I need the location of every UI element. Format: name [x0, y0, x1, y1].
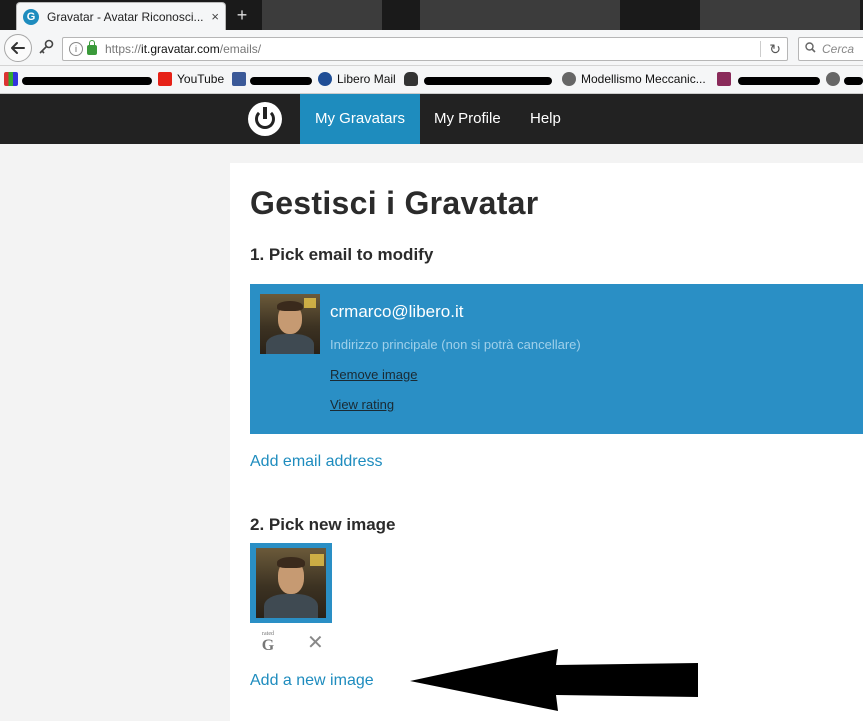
globe-icon [562, 72, 576, 86]
bookmark-item-apps[interactable] [4, 72, 23, 86]
bookmark-item-modellismo[interactable]: Modellismo Meccanic... [562, 72, 706, 86]
bookmark-item-car[interactable] [404, 72, 423, 86]
bookmark-item-libero-mail[interactable]: Libero Mail [318, 72, 396, 86]
rating-g-icon[interactable]: rated G [260, 631, 276, 655]
redacted-bookmark [424, 77, 552, 85]
email-card[interactable]: crmarco@libero.it Indirizzo principale (… [250, 284, 863, 434]
email-address: crmarco@libero.it [330, 302, 464, 321]
gravatar-favicon-icon: G [23, 8, 39, 25]
url-host: it.gravatar.com [141, 42, 220, 56]
lock-icon [87, 40, 97, 55]
reload-icon[interactable]: ↻ [769, 41, 781, 58]
content-panel: Gestisci i Gravatar 1. Pick email to mod… [230, 163, 863, 721]
url-scheme: https:// [105, 42, 142, 56]
bookmark-item-youtube[interactable]: YouTube [158, 72, 224, 86]
search-icon [805, 42, 816, 56]
back-button[interactable] [4, 34, 32, 62]
bookmark-item-other[interactable] [717, 72, 736, 86]
bookmark-label: Libero Mail [337, 72, 396, 86]
tab-title: Gravatar - Avatar Riconosci... [47, 9, 204, 24]
bookmark-favicon-icon [717, 72, 731, 86]
bookmark-label: YouTube [177, 72, 225, 86]
new-tab-button[interactable]: + [232, 4, 252, 26]
site-header: My Gravatars My Profile Help [0, 94, 863, 144]
nav-my-gravatars[interactable]: My Gravatars [300, 94, 421, 144]
redacted-bookmark [22, 77, 152, 85]
car-icon [404, 72, 418, 86]
blurred-tab [420, 0, 620, 30]
redacted-bookmark [250, 77, 312, 85]
remove-image-link[interactable]: Remove image [330, 367, 417, 382]
bookmark-label: Modellismo Meccanic... [581, 72, 706, 86]
delete-image-icon[interactable]: ✕ [307, 630, 324, 655]
info-icon[interactable]: i [69, 42, 83, 56]
view-rating-link[interactable]: View rating [330, 397, 394, 412]
avatar [260, 294, 320, 354]
libero-icon [318, 72, 332, 86]
back-arrow-icon [11, 42, 25, 54]
bookmark-item-globe[interactable] [826, 72, 845, 86]
facebook-icon [232, 72, 246, 86]
tab-strip: G Gravatar - Avatar Riconosci... × + [0, 0, 863, 30]
bookmarks-bar: YouTube Libero Mail Modellismo Meccanic.… [0, 66, 863, 94]
blurred-tab [262, 0, 382, 30]
annotation-arrow-icon [410, 649, 698, 711]
avatar [256, 548, 326, 618]
tab-gravatar[interactable]: G Gravatar - Avatar Riconosci... × [16, 2, 226, 30]
url-bar[interactable]: i https://it.gravatar.com/emails/ ↻ [62, 37, 788, 61]
redacted-bookmark [738, 77, 820, 85]
navigation-bar: i https://it.gravatar.com/emails/ ↻ Cerc… [0, 30, 863, 66]
add-new-image-link[interactable]: Add a new image [250, 672, 374, 690]
tab-close-icon[interactable]: × [211, 9, 219, 24]
youtube-icon [158, 72, 172, 86]
apps-icon [4, 72, 18, 86]
key-icon[interactable] [38, 39, 54, 58]
url-path: /emails/ [219, 42, 262, 56]
nav-my-profile[interactable]: My Profile [419, 94, 516, 144]
step-2-heading: 2. Pick new image [250, 515, 396, 534]
page-title: Gestisci i Gravatar [250, 185, 539, 221]
image-option[interactable] [250, 543, 332, 623]
search-placeholder: Cerca [822, 42, 855, 56]
primary-email-note: Indirizzo principale (non si potrà cance… [330, 337, 581, 352]
bookmark-item-facebook[interactable] [232, 72, 251, 86]
globe-icon [826, 72, 840, 86]
url-divider [760, 41, 761, 57]
blurred-tab [700, 0, 860, 30]
search-input[interactable]: Cerca [798, 37, 863, 61]
redacted-bookmark [844, 77, 863, 85]
gravatar-logo-icon[interactable] [248, 102, 282, 136]
step-1-heading: 1. Pick email to modify [250, 245, 434, 264]
nav-help[interactable]: Help [515, 94, 576, 144]
add-email-link[interactable]: Add email address [250, 453, 383, 471]
